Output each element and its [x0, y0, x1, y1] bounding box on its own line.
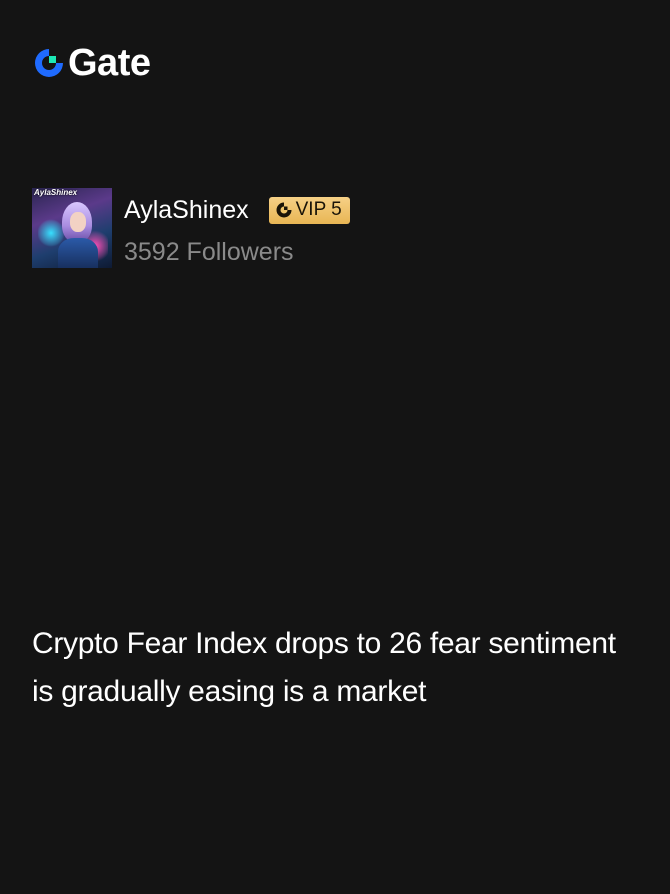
avatar-label: AylaShinex	[34, 188, 78, 197]
author-name[interactable]: AylaShinex	[124, 188, 249, 232]
vip-label: VIP 5	[295, 199, 342, 220]
logo-text: Gate	[68, 42, 151, 84]
post-text: Crypto Fear Index drops to 26 fear senti…	[32, 627, 616, 708]
gate-logo[interactable]: Gate	[32, 42, 151, 84]
followers-count: 3592 Followers	[124, 238, 294, 266]
gate-vip-icon	[275, 201, 293, 219]
avatar[interactable]: AylaShinex	[32, 188, 112, 268]
vip-badge: VIP 5	[268, 196, 350, 224]
gate-logo-icon	[32, 46, 66, 80]
author-card: AylaShinex AylaShinex VIP 5 3592 Followe…	[32, 188, 350, 272]
